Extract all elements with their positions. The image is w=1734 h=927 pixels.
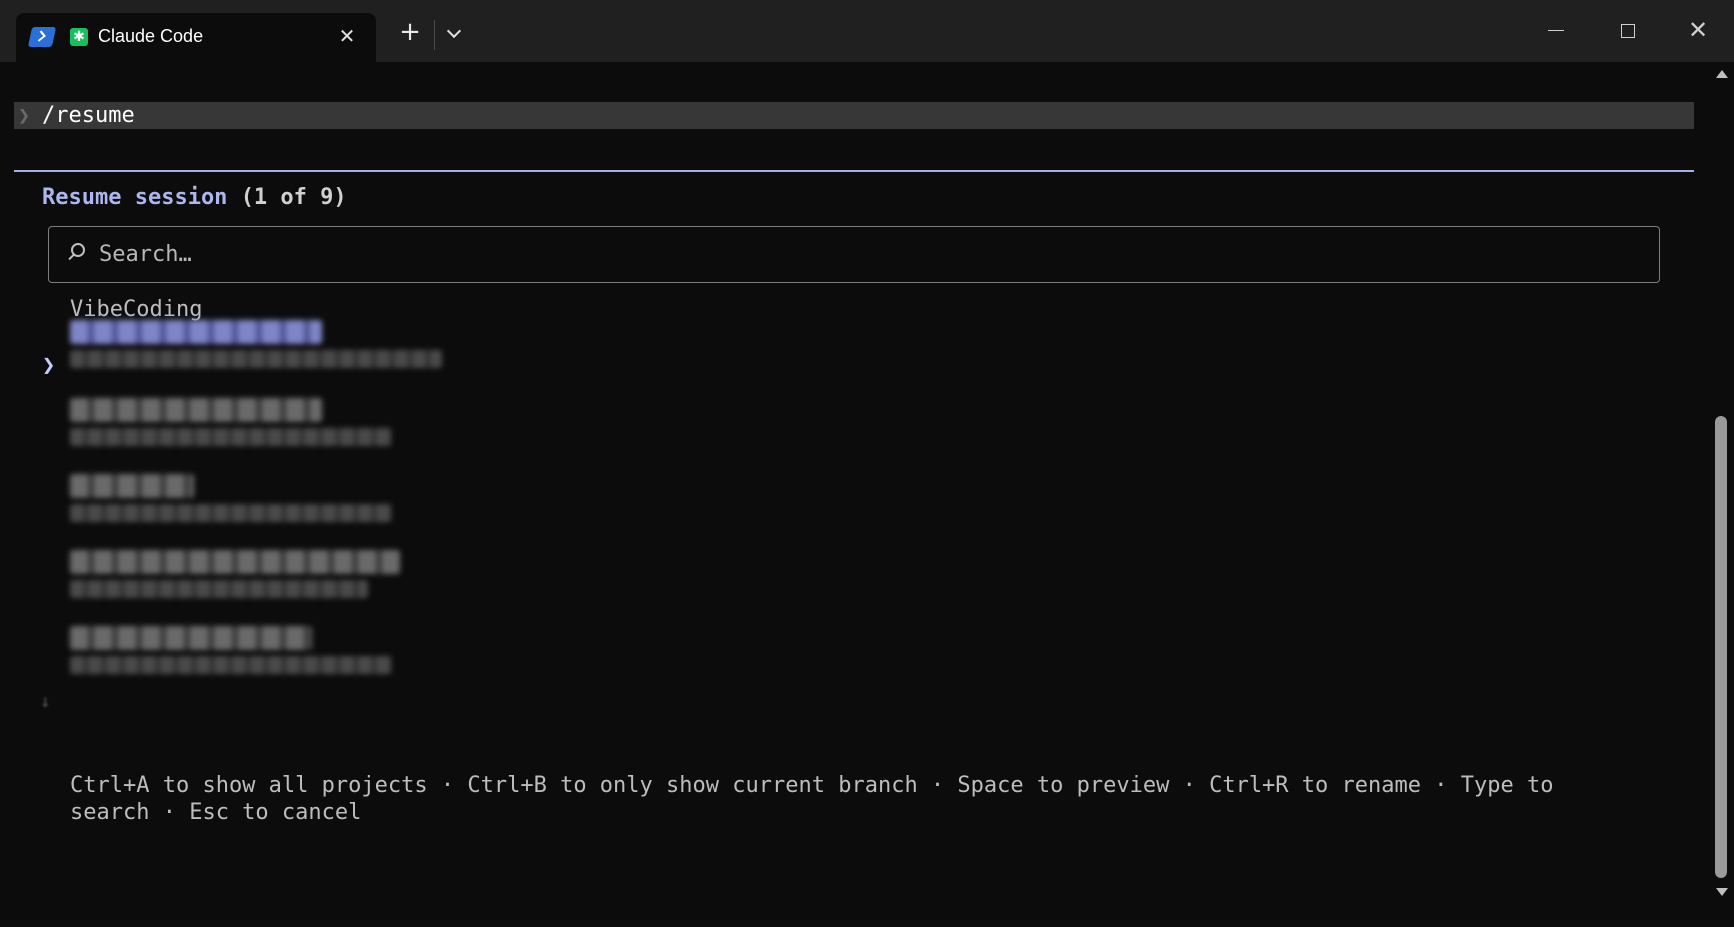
- scrollbar-thumb[interactable]: [1715, 416, 1727, 878]
- scroll-down-arrow-icon[interactable]: [1716, 888, 1728, 896]
- more-below-icon: ↓: [40, 691, 51, 712]
- keyboard-help-text: Ctrl+A to show all projects · Ctrl+B to …: [70, 773, 1554, 825]
- prompt-chevron-icon: ❯: [17, 103, 31, 127]
- scroll-up-arrow-icon[interactable]: [1716, 70, 1728, 78]
- resume-title: Resume session (1 of 9): [42, 184, 347, 212]
- session-meta-redacted: [70, 428, 392, 446]
- search-box[interactable]: [48, 226, 1660, 283]
- search-input[interactable]: [99, 238, 1599, 270]
- powershell-icon: [27, 27, 57, 47]
- session-item[interactable]: [70, 398, 530, 460]
- session-meta-redacted: [70, 656, 392, 674]
- selected-chevron-icon: ❯: [42, 353, 56, 378]
- session-meta-redacted: [70, 504, 392, 522]
- session-meta-redacted: [70, 580, 368, 598]
- claude-app-icon: ✱: [70, 28, 88, 46]
- tab-title: Claude Code: [98, 26, 204, 46]
- session-title-redacted: [70, 320, 322, 344]
- resume-count: (1 of 9): [240, 185, 347, 210]
- terminal-pane[interactable]: ❯ /resume Resume session (1 of 9) VibeCo…: [0, 62, 1734, 927]
- tab-separator: [434, 20, 435, 50]
- tab-close-icon[interactable]: ✕: [334, 23, 360, 49]
- new-tab-button[interactable]: +: [398, 19, 422, 45]
- close-window-button[interactable]: ✕: [1684, 16, 1712, 44]
- prompt-line: ❯ /resume: [14, 102, 1694, 129]
- search-icon: [71, 243, 85, 257]
- divider: [14, 170, 1694, 172]
- session-title-redacted: [70, 398, 322, 422]
- tab-claude-code[interactable]: ✱ Claude Code ✕: [16, 13, 376, 63]
- scrollbar[interactable]: [1708, 62, 1734, 927]
- session-item[interactable]: [70, 474, 530, 536]
- session-item[interactable]: [70, 320, 530, 382]
- maximize-button[interactable]: [1621, 24, 1635, 38]
- session-title-redacted: [70, 550, 400, 574]
- session-item[interactable]: [70, 626, 530, 688]
- prompt-command: /resume: [42, 103, 135, 128]
- resume-title-text: Resume session: [42, 185, 228, 210]
- chevron-down-icon[interactable]: [444, 24, 464, 44]
- session-meta-redacted: [70, 350, 442, 368]
- title-bar: ✱ Claude Code ✕ + ✕: [0, 0, 1734, 63]
- session-title-redacted: [70, 474, 194, 498]
- minimize-button[interactable]: [1548, 30, 1564, 31]
- session-item[interactable]: [70, 550, 530, 612]
- session-title-redacted: [70, 626, 312, 650]
